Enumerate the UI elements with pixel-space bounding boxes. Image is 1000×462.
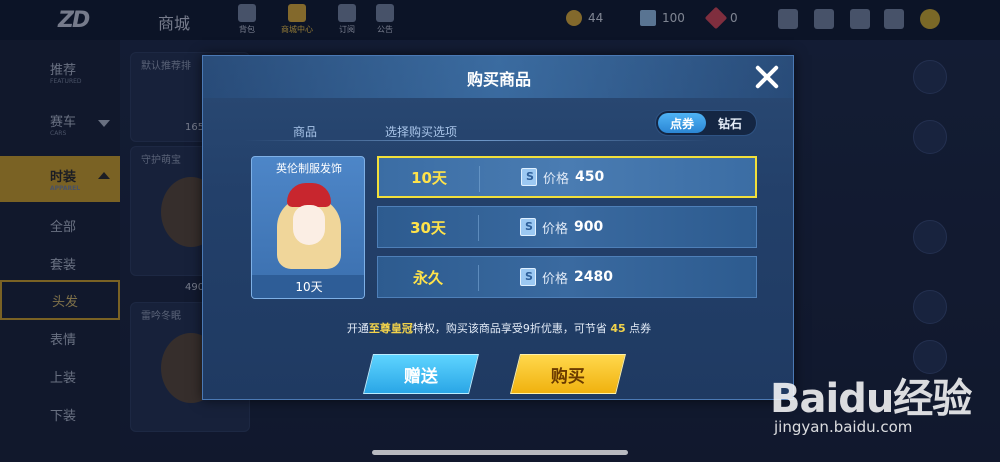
option-price: 价格 2480 xyxy=(520,257,613,297)
coupon-icon xyxy=(521,168,537,186)
price-value: 2480 xyxy=(574,269,613,285)
gift-button-label: 赠送 xyxy=(404,366,438,387)
option-price: 价格 450 xyxy=(521,158,604,196)
item-preview-card: 英伦制服发饰 10天 xyxy=(251,156,365,299)
item-thumbnail xyxy=(273,183,345,271)
price-label: 价格 xyxy=(543,171,570,187)
price-label: 价格 xyxy=(542,221,569,237)
face-shape xyxy=(293,205,325,245)
watermark-url: jingyan.baidu.com xyxy=(774,418,913,436)
price-label: 价格 xyxy=(542,271,569,287)
column-header-options: 选择购买选项 xyxy=(385,125,458,139)
item-name: 英伦制服发饰 xyxy=(276,162,342,175)
dialog-title: 购买商品 xyxy=(466,70,531,89)
buy-button-label: 购买 xyxy=(551,366,585,387)
promo-text: 特权，购买该商品享受9折优惠，可节省 xyxy=(412,322,607,335)
option-duration: 30天 xyxy=(410,218,446,237)
price-value: 900 xyxy=(574,219,604,235)
purchase-dialog: 购买商品 商品 选择购买选项 点券 钻石 英伦制服发饰 10天 10天 价格 4… xyxy=(202,55,794,400)
currency-toggle: 点券 钻石 xyxy=(655,110,757,136)
watermark-brand: Baidu经验 xyxy=(770,376,972,422)
promo-amount: 45 xyxy=(610,322,626,335)
gift-button[interactable]: 赠送 xyxy=(363,354,479,394)
header-divider xyxy=(243,140,711,141)
purchase-option-10d[interactable]: 10天 价格 450 xyxy=(377,156,757,198)
option-duration: 永久 xyxy=(412,268,443,287)
column-header-item: 商品 xyxy=(293,125,318,139)
item-duration: 10天 xyxy=(252,275,364,298)
promo-vip-link[interactable]: 至尊皇冠 xyxy=(369,322,413,335)
beret-shape xyxy=(287,183,331,207)
buy-button[interactable]: 购买 xyxy=(510,354,626,394)
vip-promo-text: 开通至尊皇冠特权，购买该商品享受9折优惠，可节省 45 点券 xyxy=(203,320,793,336)
option-price: 价格 900 xyxy=(520,207,603,247)
promo-text: 点券 xyxy=(629,322,652,335)
close-icon[interactable] xyxy=(751,61,783,93)
toggle-coupon[interactable]: 点券 xyxy=(658,113,706,133)
purchase-option-30d[interactable]: 30天 价格 900 xyxy=(377,206,757,248)
promo-text: 开通 xyxy=(346,322,369,335)
toggle-diamond[interactable]: 钻石 xyxy=(706,113,754,133)
option-divider xyxy=(478,215,479,241)
option-divider xyxy=(478,265,479,291)
baidu-watermark: Baidu经验 jingyan.baidu.com xyxy=(770,360,1000,450)
purchase-option-permanent[interactable]: 永久 价格 2480 xyxy=(377,256,757,298)
coupon-icon xyxy=(520,218,536,236)
option-duration: 10天 xyxy=(411,168,447,187)
coupon-icon xyxy=(520,268,536,286)
home-indicator[interactable] xyxy=(372,450,628,455)
option-divider xyxy=(479,166,480,192)
price-value: 450 xyxy=(575,169,605,185)
